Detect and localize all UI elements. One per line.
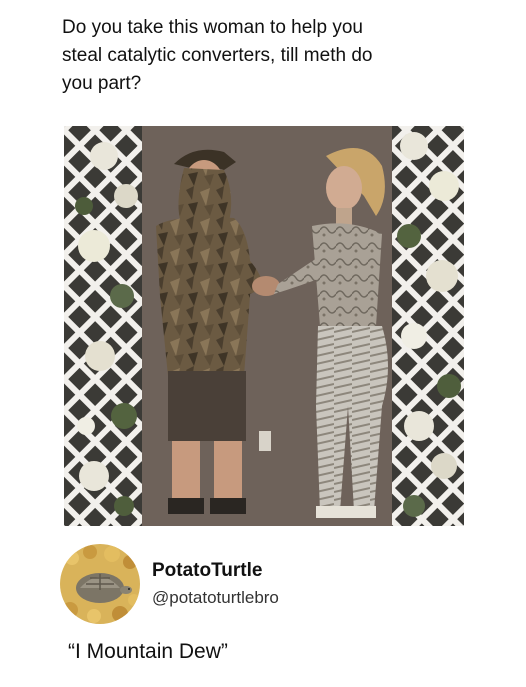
wall-outlet <box>259 431 271 451</box>
author-handle[interactable]: @potatoturtlebro <box>152 588 279 608</box>
author-block[interactable]: PotatoTurtle @potatoturtlebro <box>60 544 480 624</box>
wedding-photo-illustration <box>64 126 464 526</box>
reply-quote: “I Mountain Dew” <box>68 640 228 663</box>
wedding-photo[interactable] <box>64 126 464 526</box>
post-caption: Do you take this woman to help you steal… <box>62 17 373 94</box>
author-name[interactable]: PotatoTurtle <box>152 560 262 582</box>
turtle-avatar-icon[interactable] <box>60 544 140 624</box>
